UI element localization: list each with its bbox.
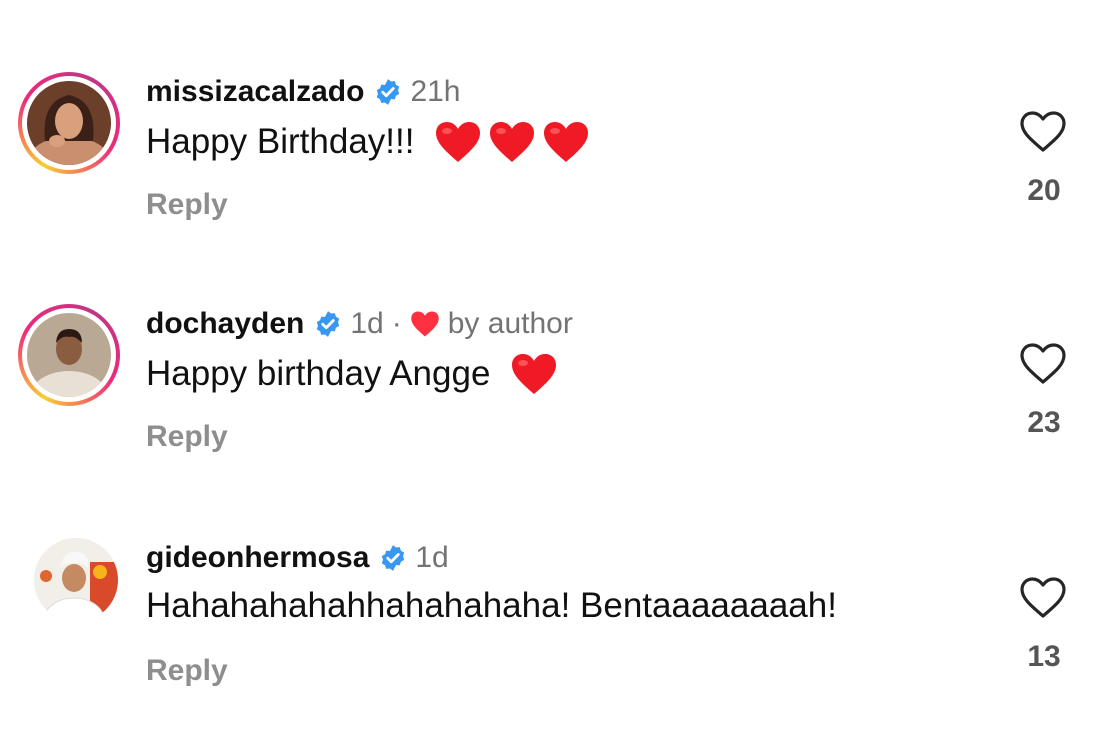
like-count: 23 (1027, 406, 1061, 439)
heart-outline-icon[interactable] (1018, 110, 1068, 154)
reply-button[interactable]: Reply (146, 654, 228, 688)
red-heart-emoji-icon (510, 352, 558, 396)
comment-text-row: Happy Birthday!!! (146, 120, 590, 164)
verified-badge-icon (374, 78, 402, 106)
red-heart-emoji-icon (542, 120, 590, 164)
timestamp: 1d (350, 307, 384, 340)
username[interactable]: gideonhermosa (146, 541, 369, 575)
comment-item: gideonhermosa 1d Hahahahahahhahahahaha! … (0, 466, 1120, 687)
comment-text-row: Happy birthday Angge (146, 352, 558, 396)
separator-dot: · (391, 307, 402, 340)
verified-badge-icon (314, 310, 342, 338)
avatar[interactable] (27, 313, 111, 397)
reply-button[interactable]: Reply (146, 420, 228, 454)
comment-text-row: Hahahahahahhahahahaha! Bentaaaaaaaah! (146, 586, 837, 626)
avatar[interactable] (34, 538, 118, 622)
liked-by-author-label: by author (447, 307, 573, 340)
story-ring[interactable] (18, 304, 120, 406)
timestamp: 1d (415, 541, 449, 574)
comment-item: dochayden 1d · by author Happy birthday … (0, 232, 1120, 453)
heart-outline-icon[interactable] (1018, 576, 1068, 620)
story-ring[interactable] (18, 72, 120, 174)
comment-text: Happy Birthday!!! (146, 122, 415, 161)
comment-text: Happy birthday Angge (146, 354, 491, 393)
red-heart-emoji-icon (488, 120, 536, 164)
timestamp: 21h (410, 75, 461, 108)
heart-filled-icon (410, 310, 440, 338)
red-heart-emoji-icon (434, 120, 482, 164)
comment-item: missizacalzado 21h Happy Birthday!!! Rep… (0, 0, 1120, 221)
reply-button[interactable]: Reply (146, 188, 228, 222)
like-count: 20 (1027, 174, 1061, 207)
username[interactable]: missizacalzado (146, 75, 364, 109)
like-count: 13 (1027, 640, 1061, 673)
heart-outline-icon[interactable] (1018, 342, 1068, 386)
avatar[interactable] (27, 81, 111, 165)
username[interactable]: dochayden (146, 307, 304, 341)
avatar-frame[interactable] (34, 538, 118, 622)
comment-text: Hahahahahahhahahahaha! Bentaaaaaaaah! (146, 586, 837, 625)
verified-badge-icon (379, 544, 407, 572)
